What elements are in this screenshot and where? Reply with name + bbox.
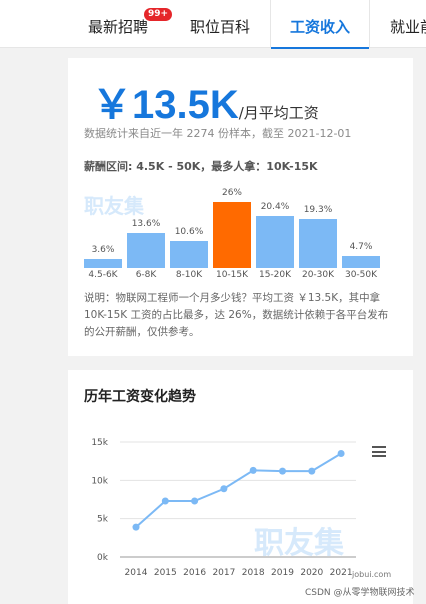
salary-bar-4.5-6K: 3.6%	[84, 245, 122, 268]
data-point-2014[interactable]	[132, 523, 140, 531]
bar-category-label: 8-10K	[175, 270, 203, 280]
x-tick-label: 2019	[271, 568, 294, 578]
salary-bar-8-10K: 10.6%	[170, 227, 208, 268]
salary-bar-20-30K: 19.3%	[299, 205, 337, 268]
x-tick-label: 2016	[183, 568, 206, 578]
sample-note: 数据统计来自近一年 2274 份样本，截至 2021-12-01	[84, 127, 352, 140]
average-salary: ￥13.5K/月平均工资	[92, 72, 319, 130]
data-point-2015[interactable]	[161, 497, 169, 505]
source-label: jobui.com	[352, 570, 392, 579]
bar-fill	[170, 241, 208, 268]
bar-fill	[342, 256, 380, 268]
tab-latest-jobs[interactable]: 最新招聘	[88, 0, 148, 48]
bar-category-label: 6-8K	[135, 270, 157, 280]
bar-category-label: 15-20K	[258, 270, 292, 280]
data-point-2016[interactable]	[191, 497, 199, 505]
salary-bar-6-8K: 13.6%	[127, 219, 165, 268]
x-tick-label: 2017	[212, 568, 235, 578]
bar-value-label: 4.7%	[349, 242, 373, 253]
bar-value-label: 26%	[221, 188, 242, 198]
average-salary-unit: /月平均工资	[238, 104, 319, 122]
data-point-2020[interactable]	[308, 467, 316, 475]
bar-fill	[213, 202, 251, 268]
y-tick-label: 15k	[91, 438, 108, 448]
salary-card: ￥13.5K/月平均工资 数据统计来自近一年 2274 份样本，截至 2021-…	[68, 58, 413, 356]
data-point-2018[interactable]	[249, 466, 257, 474]
tab-employment[interactable]: 就业前	[390, 0, 426, 48]
bar-category-label: 20-30K	[301, 270, 335, 280]
y-tick-label: 0k	[97, 553, 109, 563]
y-tick-label: 10k	[91, 476, 108, 486]
bar-fill	[256, 216, 294, 268]
salary-bar-30-50K: 4.7%	[342, 242, 380, 268]
bar-value-label: 19.3%	[303, 205, 333, 216]
y-tick-label: 5k	[97, 515, 109, 525]
bar-category-label: 30-50K	[344, 270, 378, 280]
bar-value-label: 3.6%	[91, 244, 115, 255]
data-point-2017[interactable]	[220, 485, 228, 493]
tab-salary-income[interactable]: 工资收入	[270, 0, 370, 49]
bar-value-label: 10.6%	[174, 227, 204, 238]
salary-trend-line	[135, 452, 342, 528]
bar-fill	[299, 219, 337, 268]
bar-fill	[127, 233, 165, 268]
bar-fill	[84, 258, 122, 268]
tab-job-wiki[interactable]: 职位百科	[190, 0, 250, 48]
salary-range-note: 薪酬区间: 4.5K - 50K，最多人拿：10K-15K	[84, 160, 318, 173]
x-tick-label: 2021	[330, 568, 353, 578]
salary-bar-15-20K: 20.4%	[256, 202, 294, 268]
x-tick-label: 2018	[242, 568, 265, 578]
tab-bar: 最新招聘 99+ 职位百科 工资收入 就业前	[0, 0, 426, 49]
salary-trend-chart: 0k 5k 10k 15k 2014 2015 2016 2017 2018 2019 2020 20…	[91, 438, 356, 578]
salary-trend-card: 历年工资变化趋势 0k 5k 10k 15k 2014 2015 2016 2017 2018 2…	[68, 370, 413, 604]
notification-badge: 99+	[144, 8, 173, 21]
x-tick-label: 2020	[300, 568, 323, 578]
salary-description: 说明：物联网工程师一个月多少钱？平均工资 ￥13.5K，其中拿 10K-15K …	[84, 292, 389, 338]
x-tick-label: 2014	[125, 568, 148, 578]
csdn-watermark: CSDN @从零学物联网技术	[305, 588, 415, 598]
average-salary-value: ￥13.5K	[92, 83, 239, 127]
chart-watermark: 职友集	[254, 526, 344, 561]
bar-category-label: 4.5-6K	[88, 270, 118, 280]
x-tick-label: 2015	[154, 568, 177, 578]
salary-distribution-chart: 3.6% 4.5-6K 13.6% 6-8K 10.6% 8-10K 26% 10-15K 20…	[84, 182, 384, 282]
data-point-2019[interactable]	[279, 467, 286, 475]
salary-bar-10-15K: 26%	[213, 188, 251, 268]
data-point-2021[interactable]	[337, 450, 345, 457]
bar-category-label: 10-15K	[215, 270, 249, 280]
